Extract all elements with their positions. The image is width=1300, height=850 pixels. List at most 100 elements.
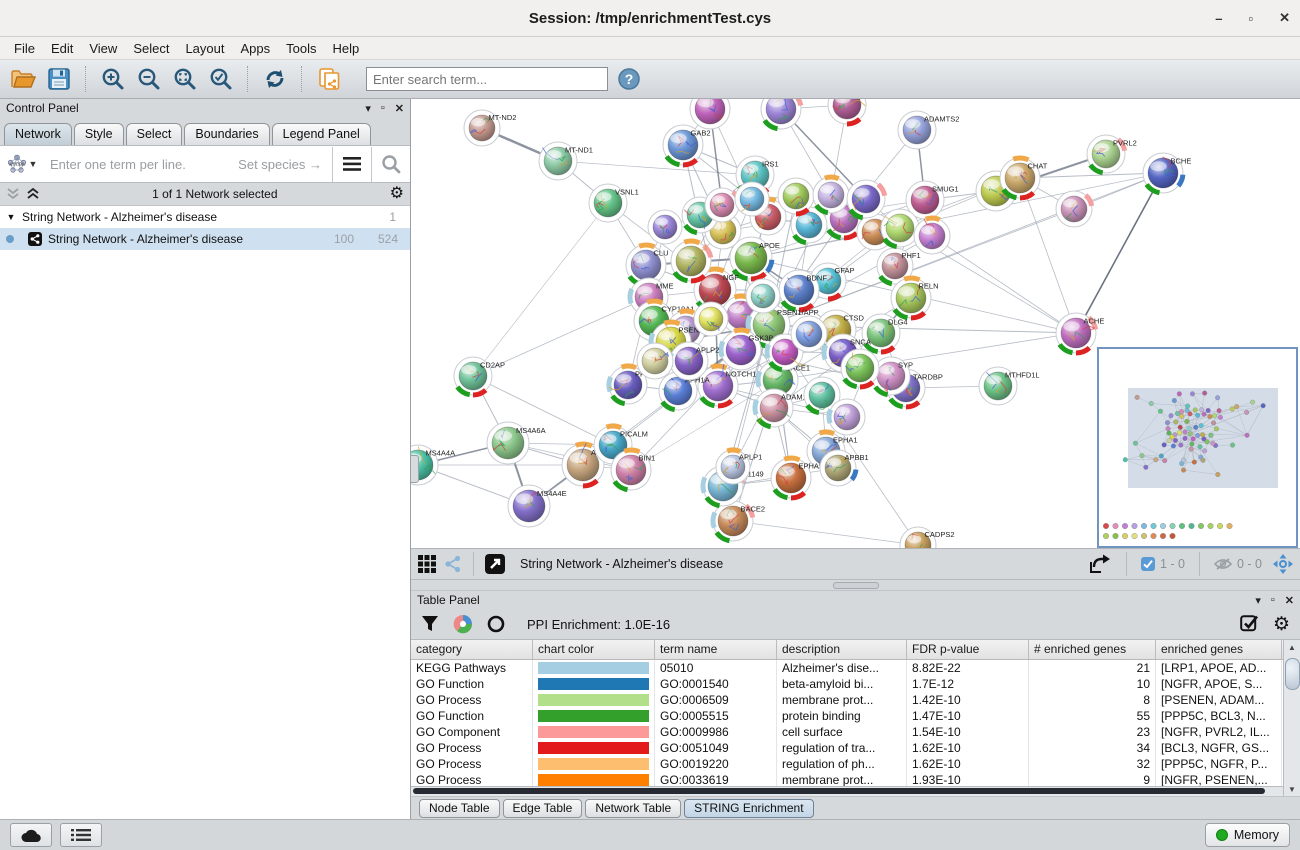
network-node[interactable]: [671, 241, 711, 281]
network-node-mthfd1l[interactable]: MTHFD1L: [979, 367, 1040, 405]
column-header-chart-color[interactable]: chart color: [533, 640, 655, 659]
help-icon[interactable]: ?: [614, 64, 644, 94]
column-header-description[interactable]: description: [777, 640, 907, 659]
settings-gear-icon[interactable]: ⚙: [1273, 615, 1290, 634]
tab-legend-panel[interactable]: Legend Panel: [272, 123, 371, 145]
network-node[interactable]: [828, 99, 866, 124]
panel-splitter[interactable]: [411, 580, 1300, 591]
table-row[interactable]: GO ComponentGO:0009986cell surface1.54E-…: [411, 724, 1283, 740]
network-node[interactable]: [881, 209, 919, 247]
horizontal-scrollbar[interactable]: [411, 786, 1283, 796]
set-species-link[interactable]: Set species →: [228, 157, 332, 172]
network-node-ms4a4e[interactable]: MS4A4E: [508, 485, 567, 527]
menu-item-edit[interactable]: Edit: [43, 39, 81, 58]
table-row[interactable]: GO FunctionGO:0001540beta-amyloid bi...1…: [411, 676, 1283, 692]
tab-network-table[interactable]: Network Table: [585, 799, 681, 818]
network-node[interactable]: [1056, 191, 1092, 227]
grid-view-icon[interactable]: [417, 554, 437, 574]
menu-item-apps[interactable]: Apps: [233, 39, 279, 58]
network-node[interactable]: [791, 316, 827, 352]
table-row[interactable]: GO ProcessGO:0051049regulation of tra...…: [411, 740, 1283, 756]
open-file-button[interactable]: [8, 64, 38, 94]
network-node[interactable]: [813, 177, 849, 213]
string-search-button[interactable]: [372, 147, 410, 182]
network-node[interactable]: [705, 188, 739, 222]
network-node[interactable]: [637, 343, 673, 379]
panel-menu-icon[interactable]: ▾: [1255, 594, 1261, 607]
zoom-out-button[interactable]: [134, 64, 164, 94]
network-canvas[interactable]: MT-ND2MT-ND1VSNL1GAB2ADAMTS2PVRL2TOMM40S…: [411, 99, 1300, 549]
network-node-mt-nd1[interactable]: MT-ND1: [539, 142, 593, 180]
panel-close-icon[interactable]: ✕: [1285, 594, 1294, 607]
network-node[interactable]: [648, 210, 682, 244]
network-node-bche[interactable]: BCHE: [1143, 153, 1191, 193]
expand-all-icon[interactable]: [26, 188, 40, 200]
network-node-cadps2[interactable]: CADPS2: [900, 527, 955, 548]
ring-chart-icon[interactable]: [487, 615, 505, 633]
memory-button[interactable]: Memory: [1205, 823, 1290, 847]
zoom-selected-button[interactable]: [206, 64, 236, 94]
network-node-bace2[interactable]: BACE2: [713, 501, 765, 541]
string-options-button[interactable]: [333, 147, 371, 182]
network-node-cd2ap[interactable]: CD2AP: [454, 357, 505, 395]
search-input[interactable]: [366, 67, 608, 91]
navigator-icon[interactable]: [1272, 553, 1294, 575]
task-list-button[interactable]: [60, 823, 102, 847]
menu-item-help[interactable]: Help: [325, 39, 368, 58]
column-header--enriched-genes[interactable]: # enriched genes: [1029, 640, 1156, 659]
network-node-adamts2[interactable]: ADAMTS2: [898, 111, 959, 149]
menu-item-file[interactable]: File: [6, 39, 43, 58]
minimize-button[interactable]: –: [1215, 11, 1222, 26]
table-row[interactable]: GO ProcessGO:0033619membrane prot...1.93…: [411, 772, 1283, 786]
birdseye-view[interactable]: [1098, 348, 1297, 547]
maximize-button[interactable]: ▫: [1248, 11, 1253, 26]
scroll-down-icon[interactable]: ▼: [1285, 782, 1299, 796]
network-node-smug1[interactable]: SMUG1: [906, 181, 959, 219]
zoom-in-button[interactable]: [98, 64, 128, 94]
filter-icon[interactable]: [421, 615, 439, 633]
export-network-icon[interactable]: [1088, 553, 1112, 575]
share-view-icon[interactable]: [443, 554, 463, 574]
network-node-gab2[interactable]: GAB2: [663, 125, 711, 165]
network-node[interactable]: [841, 349, 879, 387]
string-query-input[interactable]: Enter one term per line.: [44, 157, 228, 172]
table-row[interactable]: GO FunctionGO:0005515protein binding1.47…: [411, 708, 1283, 724]
table-row[interactable]: GO ProcessGO:0019220regulation of ph...1…: [411, 756, 1283, 772]
tab-node-table[interactable]: Node Table: [419, 799, 500, 818]
network-node[interactable]: [847, 180, 885, 218]
checkbox-icon[interactable]: [1141, 557, 1155, 571]
column-header-enriched-genes[interactable]: enriched genes: [1156, 640, 1282, 659]
save-session-button[interactable]: [44, 64, 74, 94]
network-node-pvrl2[interactable]: PVRL2: [1087, 135, 1137, 173]
column-header-term-name[interactable]: term name: [655, 640, 777, 659]
network-row[interactable]: String Network - Alzheimer's disease 100…: [0, 228, 410, 250]
menu-item-view[interactable]: View: [81, 39, 125, 58]
network-collection-row[interactable]: ▼ String Network - Alzheimer's disease 1: [0, 206, 410, 228]
scroll-up-icon[interactable]: ▲: [1285, 640, 1299, 654]
network-node-epha5[interactable]: EPHA5: [771, 458, 823, 498]
collapse-all-icon[interactable]: [6, 188, 20, 200]
network-node-vsnl1[interactable]: VSNL1: [589, 184, 639, 222]
table-row[interactable]: GO ProcessGO:0006509membrane prot...1.42…: [411, 692, 1283, 708]
table-row[interactable]: KEGG Pathways05010Alzheimer's dise...8.8…: [411, 660, 1283, 676]
network-node[interactable]: [690, 99, 730, 129]
eye-slash-icon[interactable]: [1214, 557, 1232, 571]
menu-item-select[interactable]: Select: [125, 39, 177, 58]
network-node-bin1[interactable]: BIN1: [611, 450, 655, 490]
network-from-clipboard-button[interactable]: [314, 64, 344, 94]
gear-icon[interactable]: ⚙: [390, 186, 404, 202]
tree-expander-icon[interactable]: ▼: [0, 212, 22, 222]
network-node[interactable]: [746, 279, 780, 313]
menu-item-layout[interactable]: Layout: [177, 39, 232, 58]
network-node[interactable]: [778, 178, 814, 214]
network-node-reln[interactable]: RELN: [891, 278, 939, 318]
donut-chart-icon[interactable]: [453, 614, 473, 634]
cloud-tasks-button[interactable]: [10, 823, 52, 847]
panel-close-icon[interactable]: ✕: [395, 102, 404, 115]
tab-style[interactable]: Style: [74, 123, 124, 145]
vertical-scrollbar[interactable]: ▲ ▼: [1283, 640, 1300, 796]
panel-float-icon[interactable]: ▫: [1271, 594, 1275, 606]
network-node-chat[interactable]: CHAT: [1000, 158, 1048, 198]
refresh-network-button[interactable]: [260, 64, 290, 94]
detach-view-icon[interactable]: [484, 553, 506, 575]
